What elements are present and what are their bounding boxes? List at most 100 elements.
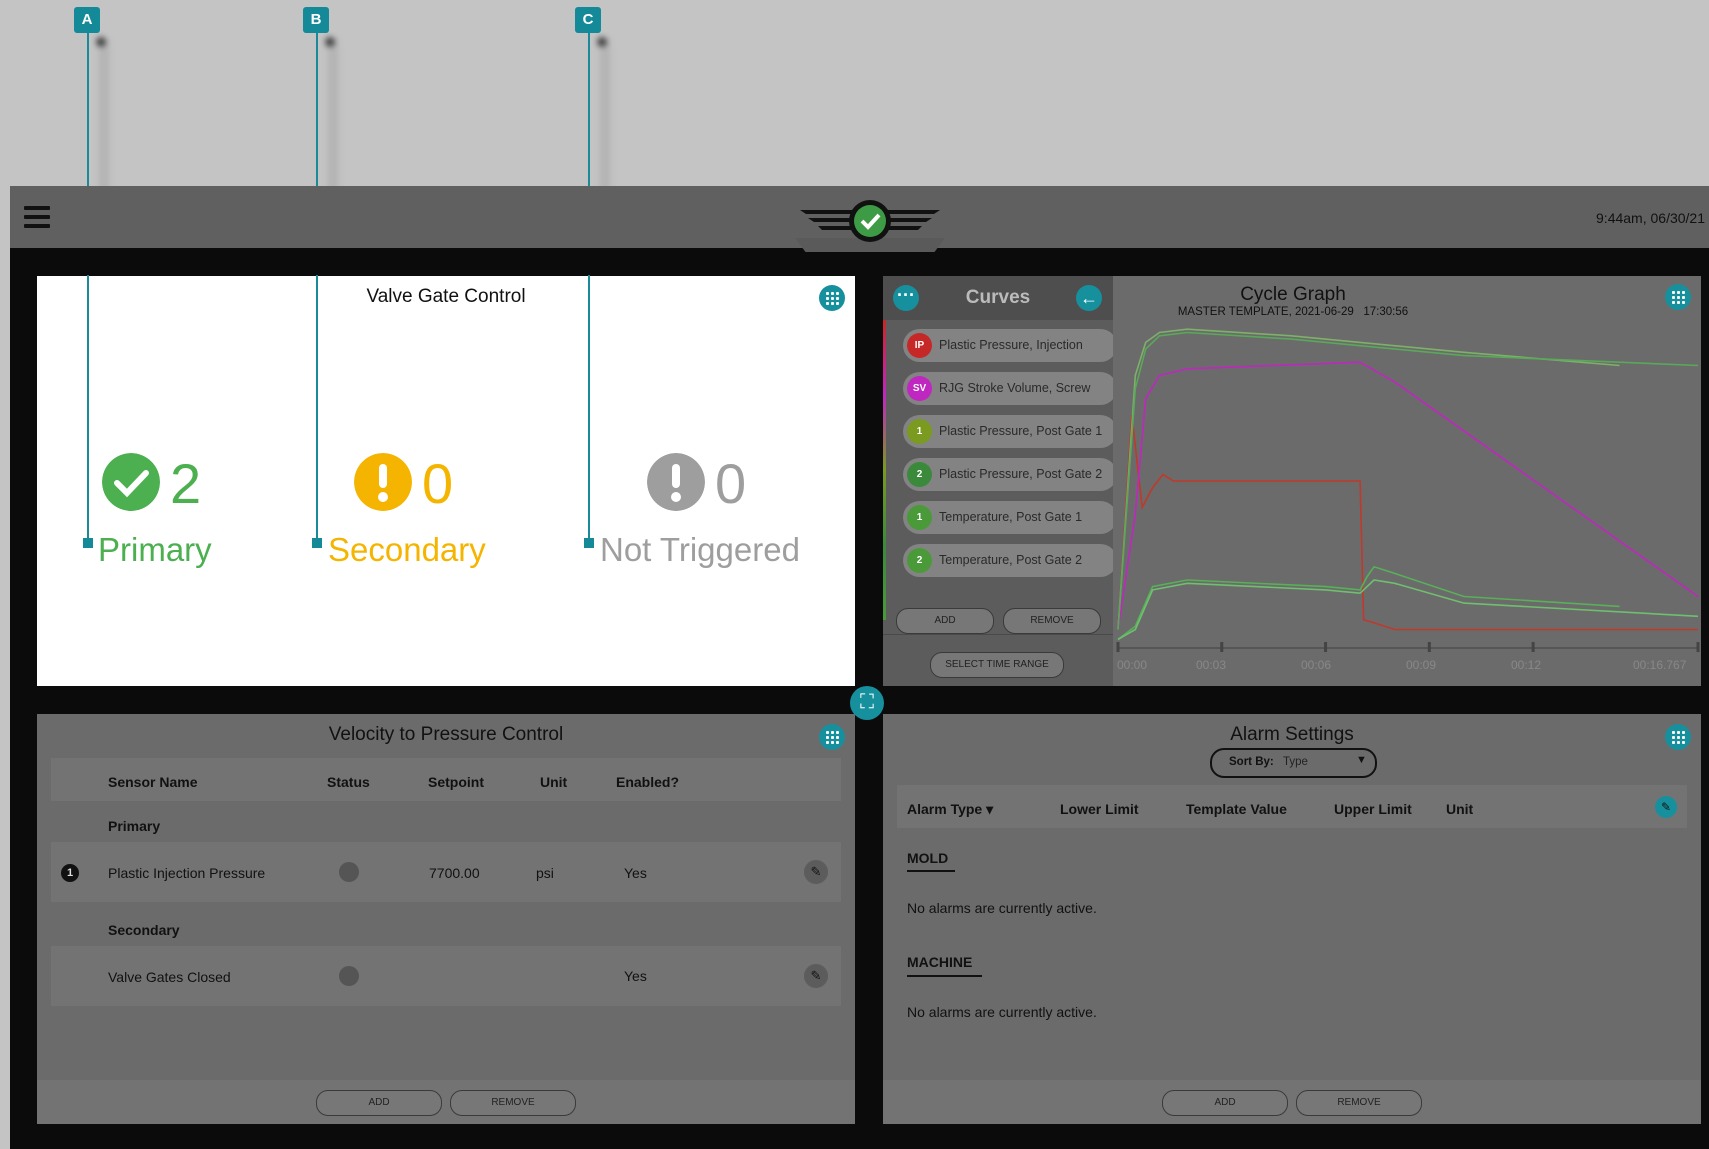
valve-gate-title: Valve Gate Control: [366, 286, 526, 307]
section-underline: [907, 975, 982, 977]
alarm-settings-title: Alarm Settings: [1230, 724, 1354, 745]
callout-shadow-dot: [325, 37, 335, 47]
curve-item[interactable]: SV RJG Stroke Volume, Screw: [903, 372, 1117, 405]
check-circle-icon: [102, 453, 160, 511]
vp-control-title: Velocity to Pressure Control: [328, 724, 564, 745]
curve-badge: 1: [907, 419, 932, 444]
panel-menu-grid-icon[interactable]: [1665, 724, 1691, 750]
column-header: Upper Limit: [1334, 801, 1412, 817]
column-header: Sensor Name: [108, 774, 198, 790]
callout-b-line-overlay: [316, 275, 318, 540]
series-line-rjg-stroke-volume-screw: [1117, 361, 1699, 630]
secondary-count: 0: [422, 452, 454, 515]
alarm-remove-button[interactable]: REMOVE: [1296, 1090, 1422, 1116]
machine-empty-message: No alarms are currently active.: [907, 1004, 1097, 1020]
primary-section-label: Primary: [108, 818, 161, 834]
alarm-add-button[interactable]: ADD: [1162, 1090, 1288, 1116]
sort-by-dropdown[interactable]: Sort By: Type ▼: [1210, 748, 1377, 778]
warning-circle-icon: [354, 453, 412, 511]
status-logo-icon[interactable]: [790, 196, 950, 246]
status-indicator: [339, 966, 359, 986]
curve-item[interactable]: 1 Plastic Pressure, Post Gate 1: [903, 415, 1117, 448]
curve-item[interactable]: 2 Temperature, Post Gate 2: [903, 544, 1117, 577]
edit-pencil-icon[interactable]: ✎: [804, 964, 828, 988]
edit-pencil-icon[interactable]: ✎: [804, 860, 828, 884]
edit-pencil-icon[interactable]: ✎: [1655, 796, 1677, 818]
curve-badge: 1: [907, 505, 932, 530]
sort-by-label: Sort By:: [1229, 756, 1274, 768]
curve-item[interactable]: 2 Plastic Pressure, Post Gate 2: [903, 458, 1117, 491]
secondary-label: Secondary: [328, 531, 486, 568]
x-tick-label: 00:09: [1406, 658, 1437, 672]
column-header: Template Value: [1186, 801, 1287, 817]
curve-label: Plastic Pressure, Injection: [939, 338, 1083, 352]
panel-menu-grid-icon[interactable]: [819, 285, 845, 311]
row-index-badge: 1: [61, 864, 79, 882]
unit-value: psi: [536, 865, 554, 881]
select-time-range-button[interactable]: SELECT TIME RANGE: [930, 652, 1064, 678]
back-arrow-icon[interactable]: ←: [1076, 285, 1102, 311]
sort-by-value: Type: [1283, 756, 1308, 768]
enabled-value: Yes: [624, 865, 647, 881]
section-underline: [907, 870, 955, 872]
panel-footer: [883, 1080, 1701, 1124]
series-line-plastic-pressure-injection: [1117, 414, 1698, 631]
sensor-name: Plastic Injection Pressure: [108, 865, 266, 881]
clock: 9:44am, 06/30/21: [1596, 210, 1705, 226]
column-header: Status: [327, 774, 370, 790]
not-triggered-label: Not Triggered: [600, 531, 800, 568]
x-tick-label: 00:00: [1117, 658, 1148, 672]
divider: [883, 634, 1113, 635]
sort-caret-icon: ▾: [986, 801, 994, 817]
mold-empty-message: No alarms are currently active.: [907, 900, 1097, 916]
curves-color-strip: [883, 320, 886, 620]
curve-item[interactable]: 1 Temperature, Post Gate 1: [903, 501, 1117, 534]
callout-a-line-overlay: [87, 275, 89, 540]
curve-label: Plastic Pressure, Post Gate 2: [939, 467, 1103, 481]
panel-footer: [37, 1080, 855, 1124]
column-header: Unit: [1446, 801, 1474, 817]
valve-gate-panel: Valve Gate Control 2 Primary 0 Secondary…: [37, 276, 855, 686]
column-header[interactable]: Alarm Type ▾: [907, 801, 993, 818]
enabled-value: Yes: [624, 968, 647, 984]
cycle-graph-chart[interactable]: [1113, 276, 1701, 686]
curve-badge: 2: [907, 462, 932, 487]
curves-add-button[interactable]: ADD: [896, 608, 994, 634]
cycle-graph-area: Cycle Graph MASTER TEMPLATE, 2021-06-29 …: [1113, 276, 1701, 686]
callout-shadow-dot: [597, 37, 607, 47]
more-options-icon[interactable]: ···: [893, 285, 919, 311]
setpoint-value: 7700.00: [429, 865, 480, 881]
curve-label: Temperature, Post Gate 1: [939, 510, 1083, 524]
series-line-temperature-post-gate-1: [1117, 565, 1620, 641]
not-triggered-count: 0: [715, 452, 747, 515]
curve-badge: 2: [907, 548, 932, 573]
chevron-down-icon: ▼: [1356, 754, 1367, 766]
column-header: Setpoint: [428, 774, 484, 790]
primary-label: Primary: [98, 531, 212, 568]
curve-item[interactable]: IP Plastic Pressure, Injection: [903, 329, 1117, 362]
table-header-row: [897, 785, 1687, 828]
panel-menu-grid-icon[interactable]: [819, 724, 845, 750]
vp-remove-button[interactable]: REMOVE: [450, 1090, 576, 1116]
vp-control-panel: Velocity to Pressure Control Sensor Name…: [37, 714, 855, 1124]
x-tick-label: 00:16.767: [1633, 658, 1687, 672]
vp-add-button[interactable]: ADD: [316, 1090, 442, 1116]
curve-badge: SV: [907, 376, 932, 401]
status-indicator: [339, 862, 359, 882]
callout-b-badge: B: [303, 7, 329, 33]
sensor-name: Valve Gates Closed: [108, 969, 231, 985]
callout-c-badge: C: [575, 7, 601, 33]
column-header-label: Alarm Type: [907, 801, 983, 817]
secondary-section-label: Secondary: [108, 922, 180, 938]
curve-label: Plastic Pressure, Post Gate 1: [939, 424, 1103, 438]
callout-a-badge: A: [74, 7, 100, 33]
app-window: 9:44am, 06/30/21 Valve Gate Control 2 Pr…: [10, 186, 1709, 1149]
curve-badge: IP: [907, 333, 932, 358]
hamburger-menu-icon[interactable]: [24, 206, 50, 228]
not-triggered-circle-icon: [647, 453, 705, 511]
curves-remove-button[interactable]: REMOVE: [1003, 608, 1101, 634]
callout-shadow-dot: [96, 37, 106, 47]
x-tick-label: 00:06: [1301, 658, 1332, 672]
expand-icon[interactable]: ⛶: [850, 686, 884, 720]
x-tick-label: 00:03: [1196, 658, 1227, 672]
